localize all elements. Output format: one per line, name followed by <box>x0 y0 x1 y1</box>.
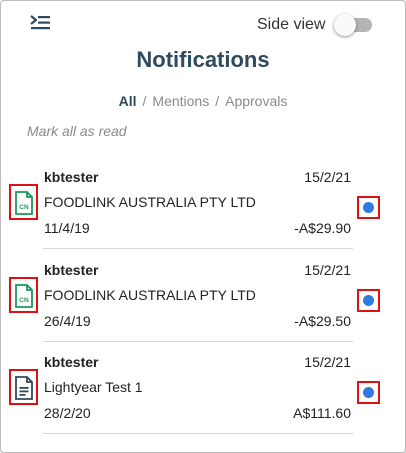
notification-title: FOODLINK AUSTRALIA PTY LTD <box>44 194 256 210</box>
document-date: 11/4/19 <box>44 220 90 236</box>
document-amount: A$111.60 <box>293 405 351 421</box>
notification-user: kbtester <box>44 354 99 370</box>
credit-note-icon: CN <box>9 277 38 313</box>
side-view-label: Side view <box>257 16 326 33</box>
unread-indicator[interactable] <box>357 289 380 312</box>
notification-date: 15/2/21 <box>304 169 351 185</box>
unread-dot <box>363 295 374 306</box>
filter-approvals[interactable]: Approvals <box>225 93 287 109</box>
notification-filters: All / Mentions / Approvals <box>1 93 405 109</box>
unread-indicator[interactable] <box>357 196 380 219</box>
document-date: 26/4/19 <box>44 313 91 329</box>
document-amount: -A$29.50 <box>294 313 351 329</box>
filter-separator: / <box>215 93 220 109</box>
filter-separator: / <box>142 93 147 109</box>
document-icon <box>9 369 38 405</box>
credit-note-icon: CN <box>9 184 38 220</box>
collapse-menu-icon[interactable] <box>29 13 51 33</box>
notification-date: 15/2/21 <box>304 354 351 370</box>
mark-all-read-link[interactable]: Mark all as read <box>27 123 127 139</box>
filter-all[interactable]: All <box>119 93 137 109</box>
divider <box>43 341 353 342</box>
credit-note-icon-text: CN <box>19 297 29 304</box>
notification-date: 15/2/21 <box>304 262 351 278</box>
document-amount: -A$29.90 <box>294 220 351 236</box>
document-date: 28/2/20 <box>44 405 91 421</box>
toggle-knob <box>334 14 356 36</box>
divider <box>43 248 353 249</box>
side-view-toggle[interactable] <box>334 14 374 36</box>
notification-user: kbtester <box>44 262 99 278</box>
notification-title: FOODLINK AUSTRALIA PTY LTD <box>44 287 256 303</box>
filter-mentions[interactable]: Mentions <box>152 93 209 109</box>
unread-dot <box>363 387 374 398</box>
notification-title: Lightyear Test 1 <box>44 379 143 395</box>
notifications-panel: Side view Notifications All / Mentions / App… <box>0 0 406 453</box>
notification-user: kbtester <box>44 169 99 185</box>
unread-dot <box>363 202 374 213</box>
page-title: Notifications <box>136 47 270 72</box>
divider <box>43 433 353 434</box>
credit-note-icon-text: CN <box>19 204 29 211</box>
unread-indicator[interactable] <box>357 381 380 404</box>
